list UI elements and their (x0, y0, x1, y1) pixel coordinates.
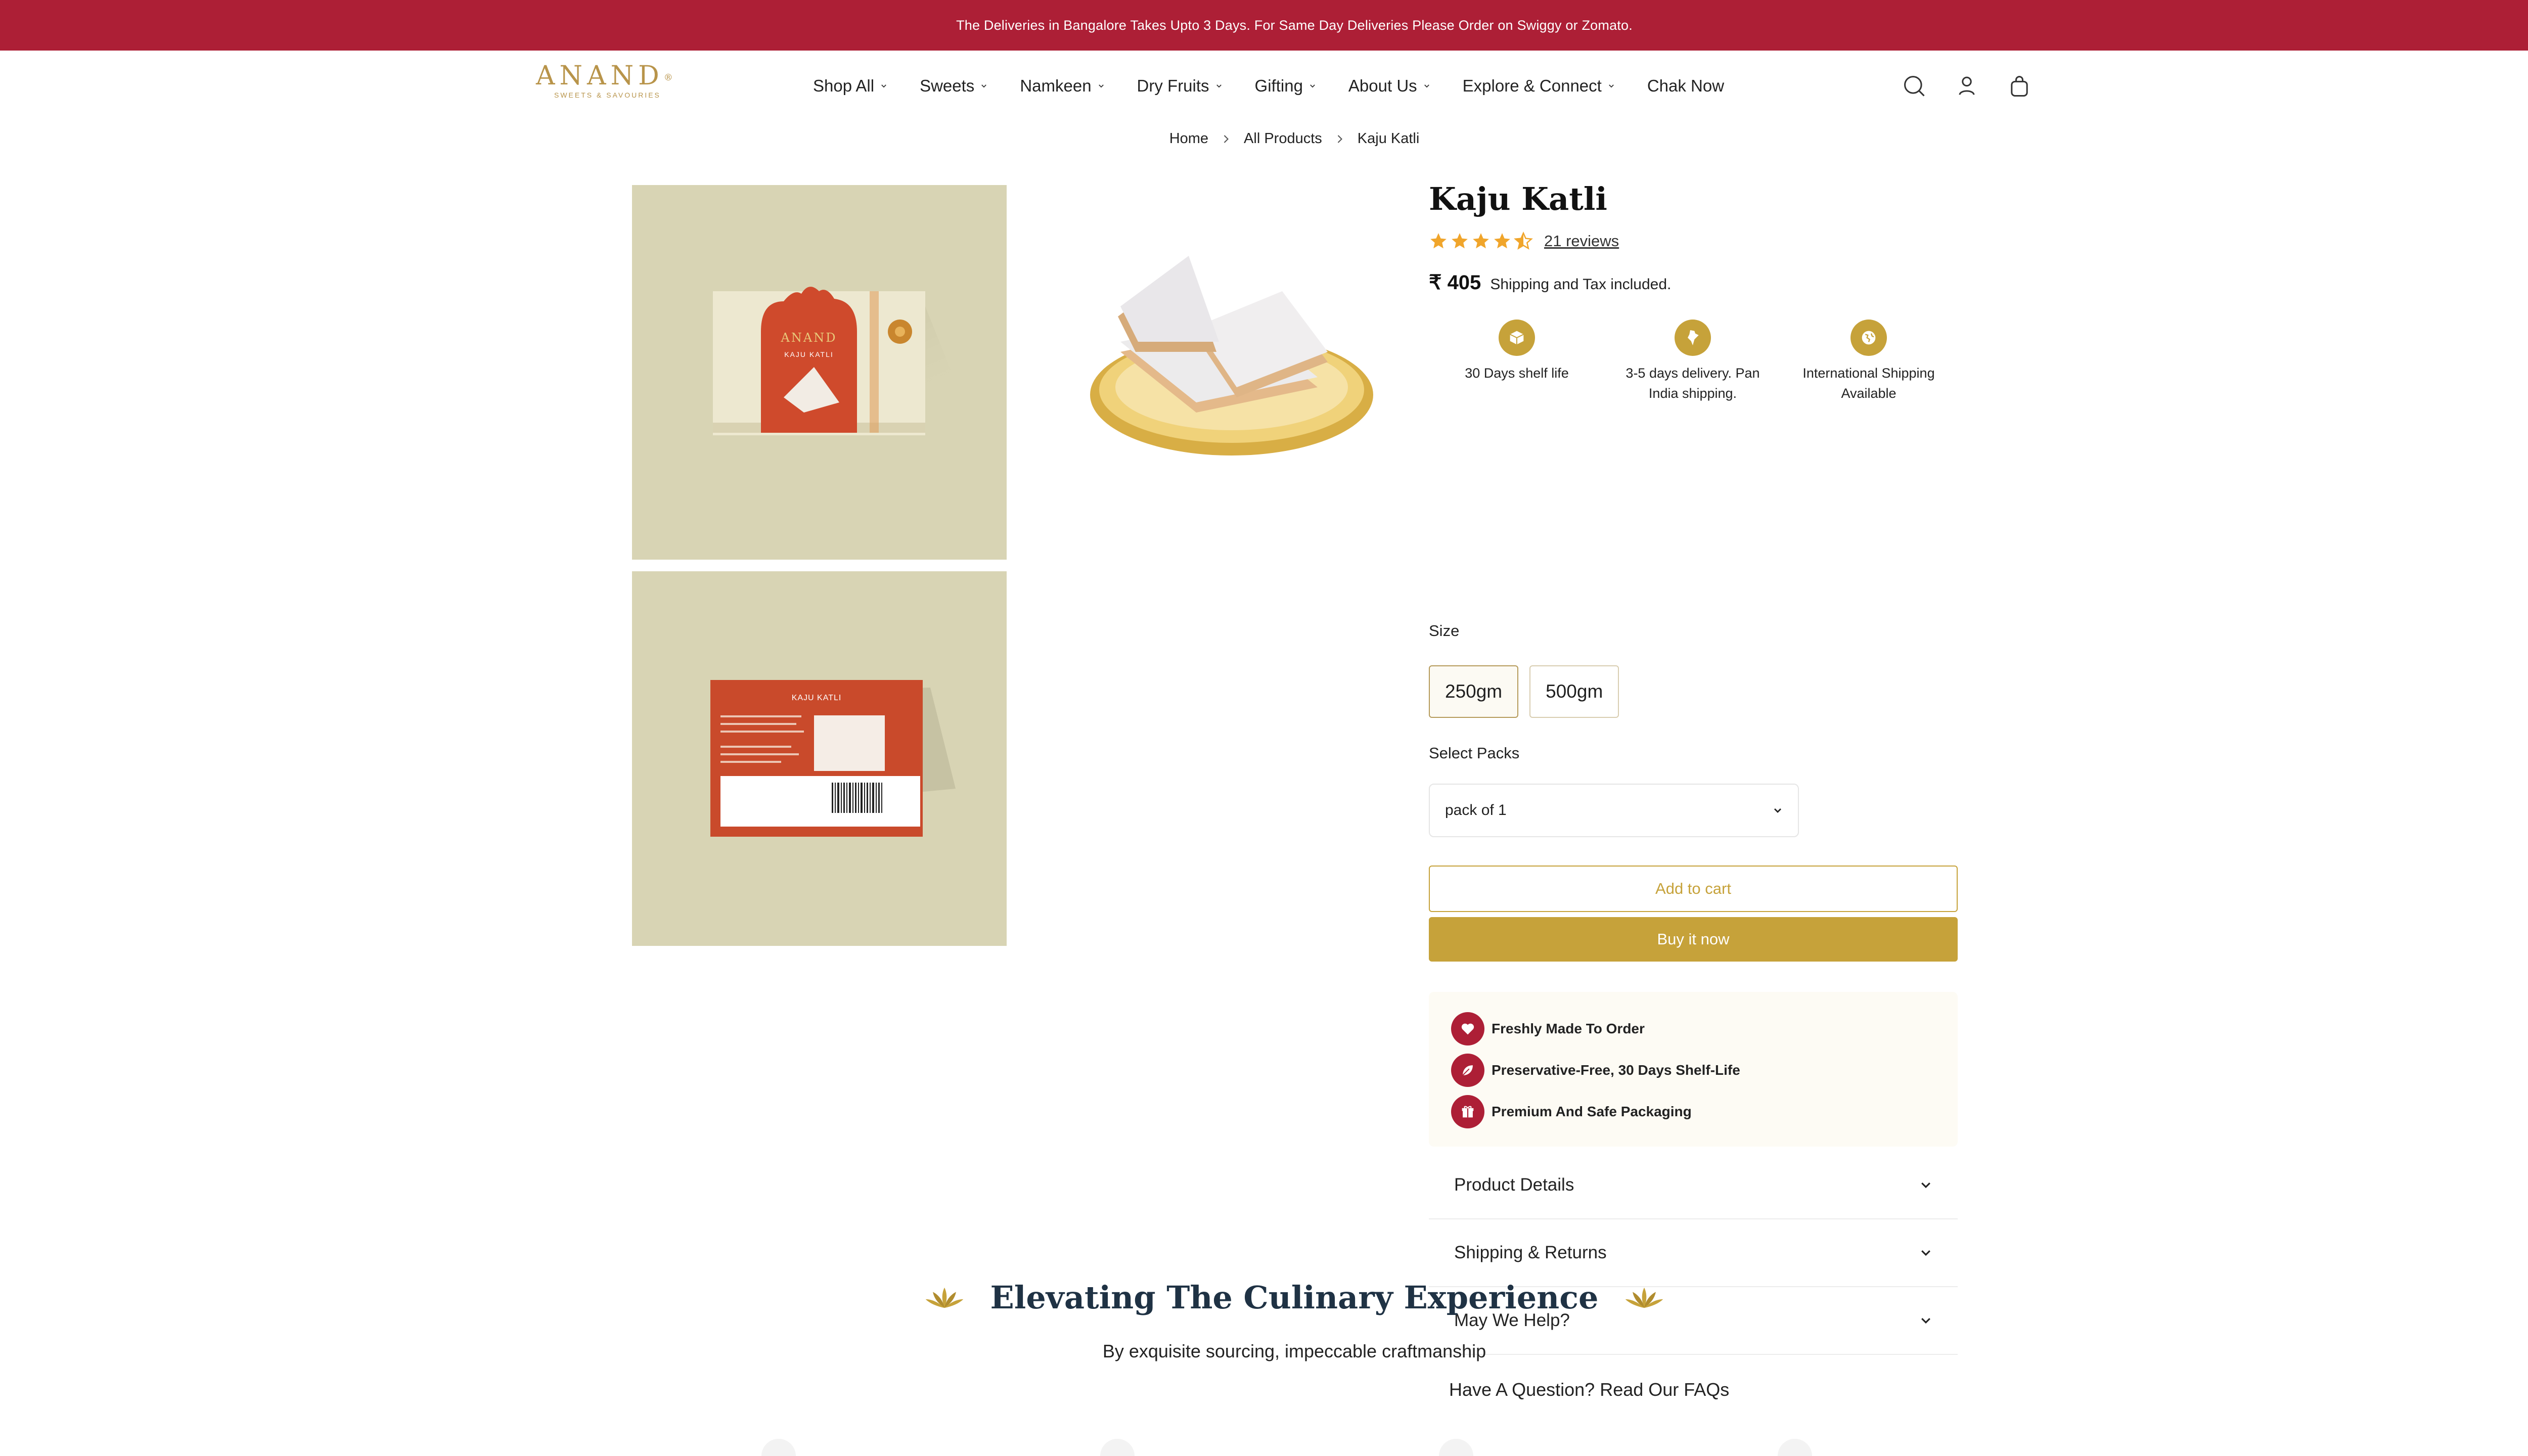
svg-text:KAJU KATLI: KAJU KATLI (784, 350, 834, 358)
nav-chak-now[interactable]: Chak Now (1647, 76, 1724, 96)
nav-namkeen[interactable]: Namkeen (1020, 76, 1104, 96)
size-options: 250gm 500gm (1429, 665, 1619, 718)
promise-item: Freshly Made To Order (1451, 1008, 1935, 1050)
reviews-link[interactable]: 21 reviews (1544, 232, 1619, 250)
add-to-cart-button[interactable]: Add to cart (1429, 866, 1958, 912)
feature-international: International Shipping Available (1781, 320, 1957, 403)
brand-tagline: SWEETS & SAVOURIES (554, 91, 661, 99)
star-icon (1494, 233, 1510, 249)
search-icon[interactable] (1901, 73, 1927, 99)
price-row: ₹ 405 Shipping and Tax included. (1429, 271, 1958, 294)
breadcrumb-home[interactable]: Home (1169, 130, 1208, 147)
product-image-box-back[interactable]: KAJU KATLI (632, 571, 1007, 946)
culinary-subtitle: By exquisite sourcing, impeccable craftm… (1102, 1341, 1486, 1361)
promise-item: Preservative-Free, 30 Days Shelf-Life (1451, 1050, 1935, 1091)
buy-now-button[interactable]: Buy it now (1429, 917, 1958, 962)
chevron-down-icon (881, 84, 886, 88)
size-label: Size (1429, 622, 1460, 640)
chevron-down-icon (1774, 808, 1781, 813)
tax-note: Shipping and Tax included. (1490, 276, 1672, 293)
promise-item: Premium And Safe Packaging (1451, 1091, 1935, 1132)
kaju-katli-plate-illustration (1090, 256, 1373, 456)
feature-highlights: 30 Days shelf life 3-5 days delivery. Pa… (1429, 320, 1958, 403)
gift-icon (1462, 1106, 1474, 1118)
product-price: ₹ 405 (1429, 271, 1481, 294)
cart-icon[interactable] (2006, 73, 2033, 99)
star-rating (1429, 232, 1533, 251)
nav-about-us[interactable]: About Us (1348, 76, 1430, 96)
size-option-500gm[interactable]: 500gm (1529, 665, 1619, 718)
globe-icon (1862, 331, 1876, 345)
packs-select-value: pack of 1 (1445, 802, 1507, 818)
product-info: Kaju Katli 21 reviews ₹ 405 Shipping and… (1429, 180, 1958, 1400)
brand-logo[interactable]: ANAND® SWEETS & SAVOURIES (536, 62, 688, 107)
nav-dry-fruits[interactable]: Dry Fruits (1137, 76, 1223, 96)
size-option-250gm[interactable]: 250gm (1429, 665, 1519, 718)
feature-shelf-life: 30 Days shelf life (1429, 320, 1605, 403)
box-icon (1510, 331, 1524, 345)
leaf-icon (1462, 1065, 1473, 1076)
product-image-katli-plate[interactable] (1045, 185, 1419, 560)
packs-label: Select Packs (1429, 744, 1520, 762)
chevron-down-icon (1921, 1250, 1930, 1256)
chevron-right-icon (1337, 134, 1342, 143)
feature-delivery: 3-5 days delivery. Pan India shipping. (1605, 320, 1781, 403)
announcement-bar: The Deliveries in Bangalore Takes Upto 3… (0, 0, 2528, 51)
product-title: Kaju Katli (1429, 180, 1607, 217)
lotus-icon (1626, 1287, 1663, 1308)
star-icon (1452, 233, 1468, 249)
box-front-illustration: ANAND KAJU KATLI (713, 287, 956, 435)
site-header: ANAND® SWEETS & SAVOURIES Shop All Sweet… (0, 51, 2528, 121)
brand-wordmark: ANAND® (536, 61, 673, 91)
packs-select[interactable]: pack of 1 (1429, 784, 1799, 837)
nav-gifting[interactable]: Gifting (1255, 76, 1316, 96)
header-icons (1901, 73, 2033, 99)
chevron-down-icon (1310, 84, 1315, 88)
announcement-text: The Deliveries in Bangalore Takes Upto 3… (956, 17, 1633, 33)
lotus-icon (925, 1287, 963, 1308)
india-map-icon (1688, 330, 1699, 346)
promise-box: Freshly Made To Order Preservative-Free,… (1429, 992, 1958, 1147)
breadcrumb-all-products[interactable]: All Products (1244, 130, 1322, 147)
chevron-down-icon (1098, 84, 1104, 88)
faq-link[interactable]: Have A Question? Read Our FAQs (1449, 1379, 1729, 1400)
partial-feature-icons (761, 1439, 1812, 1456)
star-icon (1430, 233, 1447, 249)
chevron-down-icon (1608, 84, 1614, 88)
breadcrumb: Home All Products Kaju Katli (0, 130, 2528, 147)
box-back-illustration: KAJU KATLI (710, 680, 956, 837)
account-icon[interactable] (1954, 73, 1980, 99)
rating-row: 21 reviews (1429, 232, 1958, 251)
accordion-product-details[interactable]: Product Details (1429, 1152, 1958, 1219)
heart-icon (1461, 1023, 1474, 1035)
chevron-down-icon (1921, 1182, 1930, 1189)
chevron-right-icon (1224, 134, 1229, 143)
svg-text:KAJU KATLI: KAJU KATLI (792, 694, 842, 702)
main-nav: Shop All Sweets Namkeen Dry Fruits Gifti… (813, 51, 1724, 121)
culinary-title: Elevating The Culinary Experience (990, 1279, 1599, 1316)
nav-sweets[interactable]: Sweets (920, 76, 987, 96)
product-image-box-front[interactable]: ANAND KAJU KATLI (632, 185, 1007, 560)
breadcrumb-current: Kaju Katli (1357, 130, 1420, 147)
chevron-down-icon (981, 84, 987, 88)
chevron-down-icon (1216, 84, 1222, 88)
half-star-icon (1514, 232, 1533, 250)
svg-text:ANAND: ANAND (781, 331, 837, 345)
nav-shop-all[interactable]: Shop All (813, 76, 887, 96)
accordion-shipping-returns[interactable]: Shipping & Returns (1429, 1219, 1958, 1287)
star-icon (1473, 233, 1489, 249)
nav-explore-connect[interactable]: Explore & Connect (1463, 76, 1615, 96)
chevron-down-icon (1424, 84, 1429, 88)
culinary-heading-row: Elevating The Culinary Experience (0, 1279, 2528, 1316)
